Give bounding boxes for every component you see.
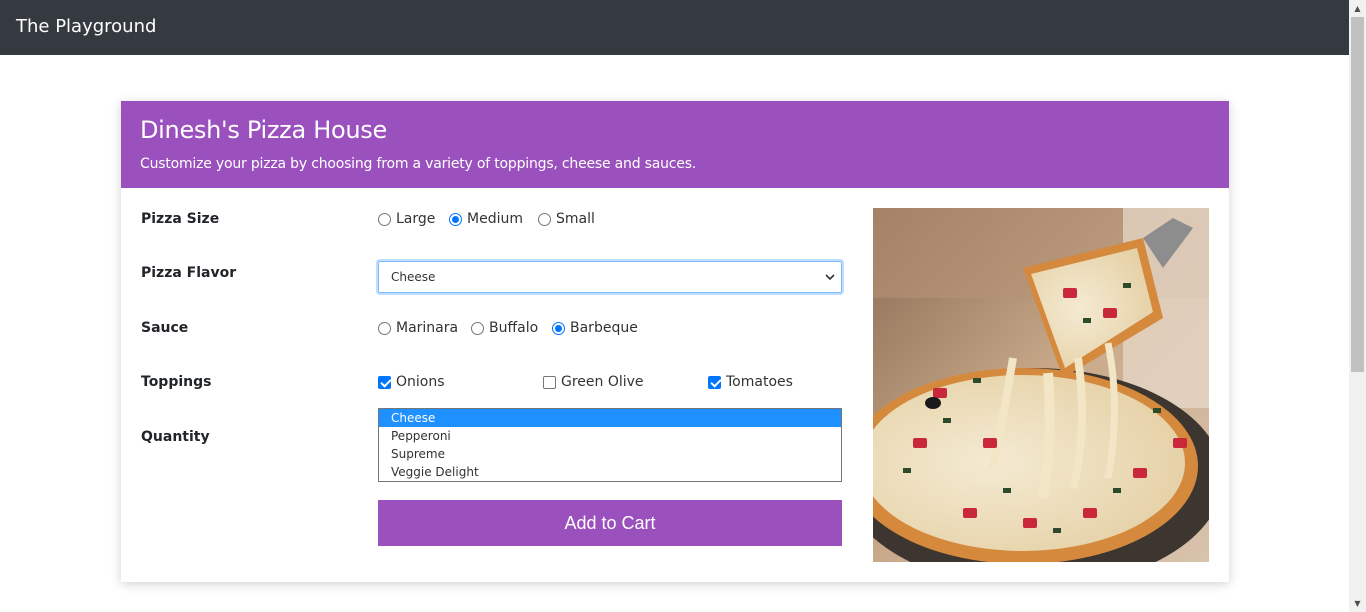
topping-option-label: Green Olive [561,374,644,390]
scroll-down-arrow-icon[interactable]: ▼ [1349,595,1366,612]
topping-checkbox-tomatoes[interactable] [708,375,721,389]
topping-option-label: Onions [396,374,445,390]
size-radio-large[interactable] [378,212,391,226]
listbox-option[interactable]: Cheese [379,409,841,427]
card-subtitle: Customize your pizza by choosing from a … [140,156,697,172]
scroll-up-arrow-icon[interactable]: ▲ [1349,0,1366,17]
sauce-label: Sauce [141,320,189,336]
size-option-medium[interactable]: Medium [449,209,523,229]
listbox-option[interactable]: Supreme [379,445,841,463]
navbar: The Playground [0,0,1349,55]
pizza-size-label: Pizza Size [141,211,220,227]
add-to-cart-button[interactable]: Add to Cart [378,500,842,546]
size-radio-small[interactable] [538,212,551,226]
pizza-photo [873,208,1209,562]
page-scrollbar[interactable]: ▲ ▼ [1349,0,1366,612]
chevron-down-icon [825,274,835,281]
size-option-label: Large [396,211,436,227]
size-option-small[interactable]: Small [538,209,595,229]
size-option-label: Medium [467,211,523,227]
sauce-option-barbeque[interactable]: Barbeque [552,318,638,338]
sauce-option-buffalo[interactable]: Buffalo [471,318,538,338]
scroll-thumb[interactable] [1351,17,1364,372]
card-header: Dinesh's Pizza House Customize your pizz… [121,101,1229,188]
navbar-brand[interactable]: The Playground [16,15,156,39]
quantity-listbox[interactable]: Cheese Pepperoni Supreme Veggie Delight [378,408,842,482]
sauce-option-label: Marinara [396,320,459,336]
topping-checkbox-onions[interactable] [378,375,391,389]
pizza-flavor-selected: Cheese [391,270,436,284]
pizza-flavor-label: Pizza Flavor [141,265,237,281]
sauce-radio-barbeque[interactable] [552,321,565,335]
sauce-option-label: Buffalo [489,320,539,336]
sauce-radio-marinara[interactable] [378,321,391,335]
topping-option-label: Tomatoes [726,374,793,390]
topping-option-green-olive[interactable]: Green Olive [543,372,644,392]
sauce-radio-buffalo[interactable] [471,321,484,335]
topping-option-onions[interactable]: Onions [378,372,445,392]
listbox-option[interactable]: Veggie Delight [379,463,841,481]
quantity-label: Quantity [141,429,210,445]
topping-option-tomatoes[interactable]: Tomatoes [708,372,793,392]
pizza-flavor-select[interactable]: Cheese [378,261,842,293]
sauce-option-marinara[interactable]: Marinara [378,318,458,338]
toppings-label: Toppings [141,374,212,390]
size-radio-medium[interactable] [449,212,462,226]
topping-checkbox-green-olive[interactable] [543,375,556,389]
pizza-order-card: Dinesh's Pizza House Customize your pizz… [121,101,1229,582]
listbox-option[interactable]: Pepperoni [379,427,841,445]
card-title: Dinesh's Pizza House [140,116,387,144]
size-option-large[interactable]: Large [378,209,435,229]
size-option-label: Small [556,211,595,227]
sauce-option-label: Barbeque [570,320,638,336]
